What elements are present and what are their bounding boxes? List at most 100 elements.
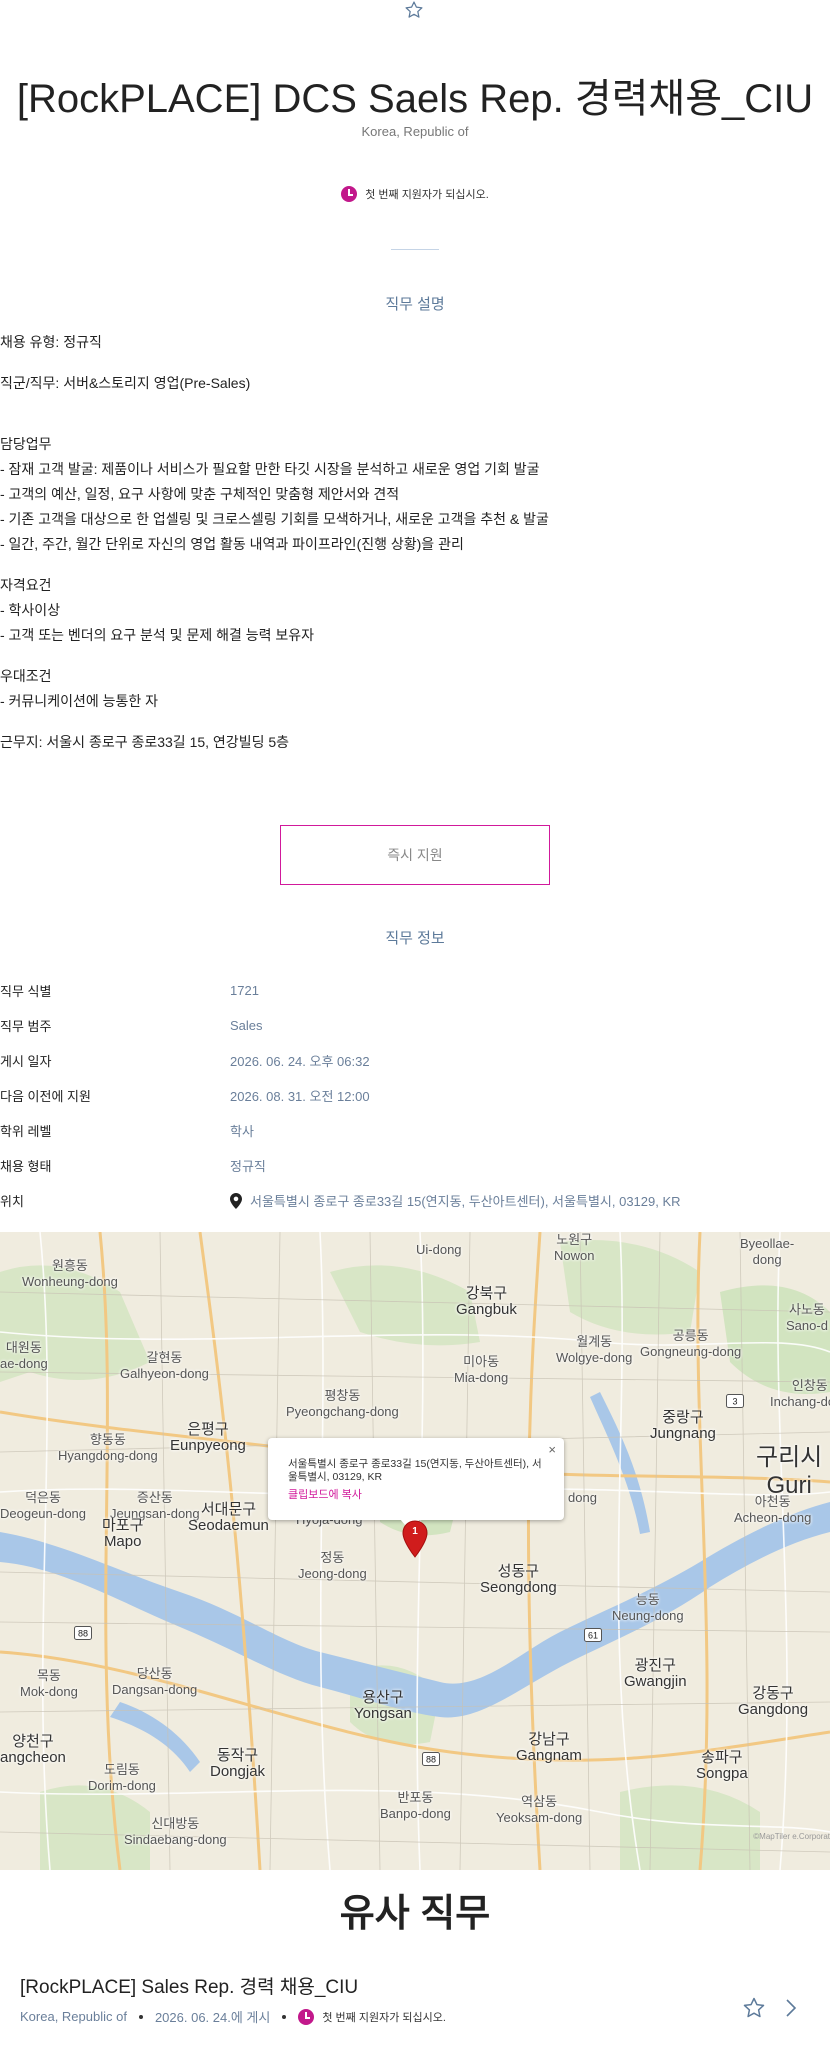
qualification-item: - 학사이상 <box>0 602 61 618</box>
road-shield-icon: 3 <box>726 1394 744 1408</box>
duty-item: - 기존 고객을 대상으로 한 업셀링 및 크로스셀링 기회를 모색하거나, 새… <box>0 511 549 527</box>
chevron-right-icon[interactable] <box>783 1996 799 2020</box>
duty-item: - 일간, 주간, 월간 단위로 자신의 영업 활동 내역과 파이프라인(진행 … <box>0 536 464 552</box>
map-label: 구리시 Guri <box>756 1444 823 1499</box>
location-text: 서울특별시 종로구 종로33길 15(연지동, 두산아트센터), 서울특별시, … <box>250 1194 681 1209</box>
job-title: [RockPLACE] DCS Saels Rep. 경력채용_CIU <box>16 77 814 121</box>
job-category: 직군/직무: 서버&스토리지 영업(Pre-Sales) <box>0 375 251 391</box>
map-label: 향동동 Hyangdong-dong <box>58 1432 158 1463</box>
work-location: 근무지: 서울시 종로구 종로33길 15, 연강빌딩 5층 <box>0 734 290 750</box>
map-marker-icon[interactable]: 1 <box>401 1520 429 1558</box>
map-label: 반포동 Banpo-dong <box>380 1790 451 1821</box>
qualification-item: - 고객 또는 벤더의 요구 분석 및 문제 해결 능력 보유자 <box>0 627 315 643</box>
map-label: 덕은동 Deogeun-dong <box>0 1490 87 1521</box>
map-label: 능동 Neung-dong <box>612 1592 684 1623</box>
map-label: 강동구 Gangdong <box>738 1685 809 1718</box>
svg-text:3: 3 <box>732 1397 737 1407</box>
map-label: 용산구 Yongsan <box>354 1689 412 1722</box>
info-row-category: 직무 범주 Sales <box>0 1008 830 1043</box>
map-label: 목동 Mok-dong <box>20 1668 78 1699</box>
favorite-star-icon[interactable] <box>403 0 425 20</box>
map-label: 마포구 Mapo <box>102 1517 144 1550</box>
similar-jobs-heading: 유사 직무 <box>339 1893 491 1935</box>
map-label: 서대문구 Seodaemun <box>188 1501 269 1534</box>
map-label: 강남구 Gangnam <box>516 1731 582 1764</box>
info-value: Sales <box>230 1018 263 1033</box>
separator-dot <box>138 2014 143 2019</box>
info-label: 위치 <box>0 1194 24 1209</box>
map-label: 미아동 Mia-dong <box>454 1354 509 1385</box>
divider <box>391 249 439 250</box>
clock-icon <box>341 186 358 202</box>
info-label: 학위 레벨 <box>0 1124 52 1139</box>
map-label: 송파구 Songpa <box>696 1749 748 1782</box>
similar-job-posted: 2026. 06. 24.에 게시 <box>154 2010 271 2025</box>
map-label: 월계동 Wolgye-dong <box>556 1334 633 1365</box>
road-shield-icon: 61 <box>584 1628 602 1642</box>
map-label: Ui-dong <box>416 1242 462 1257</box>
info-label: 직무 범주 <box>0 1019 52 1034</box>
info-value: 학사 <box>230 1124 254 1139</box>
info-row-apply-before: 다음 이전에 지원 2026. 08. 31. 오전 12:00 <box>0 1078 830 1113</box>
map-label: 대원동 ae-dong <box>0 1340 48 1371</box>
map-label: 신대방동 Sindaebang-dong <box>124 1816 227 1847</box>
map-label: 광진구 Gwangjin <box>624 1657 687 1690</box>
duty-item: - 잠재 고객 발굴: 제품이나 서비스가 필요할 만한 타깃 시장을 분석하고… <box>0 461 540 477</box>
map-label: 인창동Inchang-dong <box>770 1378 830 1409</box>
info-row-employment-type: 채용 형태 정규직 <box>0 1148 830 1183</box>
duties-title: 담당업무 <box>0 436 52 452</box>
popup-address: 서울특별시 종로구 종로33길 15(연지동, 두산아트센터), 서울특별시, … <box>288 1458 542 1483</box>
job-country: Korea, Republic of <box>361 124 469 139</box>
info-label: 채용 형태 <box>0 1159 52 1174</box>
employment-type: 채용 유형: 정규직 <box>0 334 102 350</box>
map-label: 당산동 Dangsan-dong <box>112 1666 198 1697</box>
map-label: 원흥동 Wonheung-dong <box>22 1258 118 1289</box>
map-attribution: ©MapTiler e.Corporat <box>753 1832 830 1841</box>
qualifications-title: 자격요건 <box>0 577 52 593</box>
job-info-table: 직무 식별 1721 직무 범주 Sales 게시 일자 2026. 06. 2… <box>0 973 830 1218</box>
svg-text:88: 88 <box>426 1755 436 1765</box>
clock-icon <box>298 2008 315 2025</box>
applicant-note: 첫 번째 지원자가 되십시오. <box>0 186 830 202</box>
map-popup: × 서울특별시 종로구 종로33길 15(연지동, 두산아트센터), 서울특별시… <box>268 1438 564 1520</box>
info-value: 정규직 <box>230 1159 266 1174</box>
map-label: 정동 Jeong-dong <box>298 1550 367 1581</box>
apply-now-button[interactable]: 즉시 지원 <box>280 825 550 885</box>
info-value: 2026. 06. 24. 오후 06:32 <box>230 1054 370 1069</box>
job-info-heading: 직무 정보 <box>385 930 445 947</box>
map-label: 역삼동 Yeoksam-dong <box>496 1794 583 1825</box>
map-label: 공릉동 Gongneung-dong <box>640 1328 742 1359</box>
preferred-title: 우대조건 <box>0 668 52 684</box>
road-shield-icon: 88 <box>422 1752 440 1766</box>
similar-job-country: Korea, Republic of <box>20 2009 127 2024</box>
map-label: 동작구 Dongjak <box>210 1747 266 1780</box>
map-label: 갈현동 Galhyeon-dong <box>120 1350 209 1381</box>
svg-text:1: 1 <box>412 1526 418 1537</box>
map-pin-icon <box>230 1192 242 1209</box>
popup-close-button[interactable]: × <box>548 1442 556 1457</box>
save-job-star-icon[interactable] <box>742 1996 766 2020</box>
map-label: 강북구 Gangbuk <box>456 1285 517 1318</box>
preferred-item: - 커뮤니케이션에 능통한 자 <box>0 693 159 709</box>
info-label: 직무 식별 <box>0 984 52 999</box>
copy-to-clipboard-link[interactable]: 클립보드에 복사 <box>288 1486 544 1502</box>
info-row-posted: 게시 일자 2026. 06. 24. 오후 06:32 <box>0 1043 830 1078</box>
similar-job-title[interactable]: [RockPLACE] Sales Rep. 경력 채용_CIU <box>20 1972 358 1999</box>
applicant-note-text: 첫 번째 지원자가 되십시오. <box>365 189 489 201</box>
similar-applicant-note: 첫 번째 지원자가 되십시오. <box>298 2008 446 2025</box>
similar-job-meta: Korea, Republic of 2026. 06. 24.에 게시 첫 번… <box>20 2007 446 2026</box>
info-row-location: 위치 서울특별시 종로구 종로33길 15(연지동, 두산아트센터), 서울특별… <box>0 1183 830 1218</box>
separator-dot <box>282 2014 287 2019</box>
svg-text:61: 61 <box>588 1631 598 1641</box>
road-shield-icon: 88 <box>74 1626 92 1640</box>
info-value-location[interactable]: 서울특별시 종로구 종로33길 15(연지동, 두산아트센터), 서울특별시, … <box>230 1191 681 1210</box>
info-row-degree: 학위 레벨 학사 <box>0 1113 830 1148</box>
info-value: 1721 <box>230 983 259 998</box>
map-label: 도림동 Dorim-dong <box>88 1762 156 1793</box>
map-label: 중랑구 Jungnang <box>650 1409 716 1442</box>
map-label: 노원구 Nowon <box>554 1232 595 1263</box>
map-label: 성동구 Seongdong <box>480 1563 557 1596</box>
svg-text:88: 88 <box>78 1629 88 1639</box>
map-label: 아천동 Acheon-dong <box>734 1494 812 1525</box>
map-label: 양천구 angcheon <box>0 1733 66 1766</box>
